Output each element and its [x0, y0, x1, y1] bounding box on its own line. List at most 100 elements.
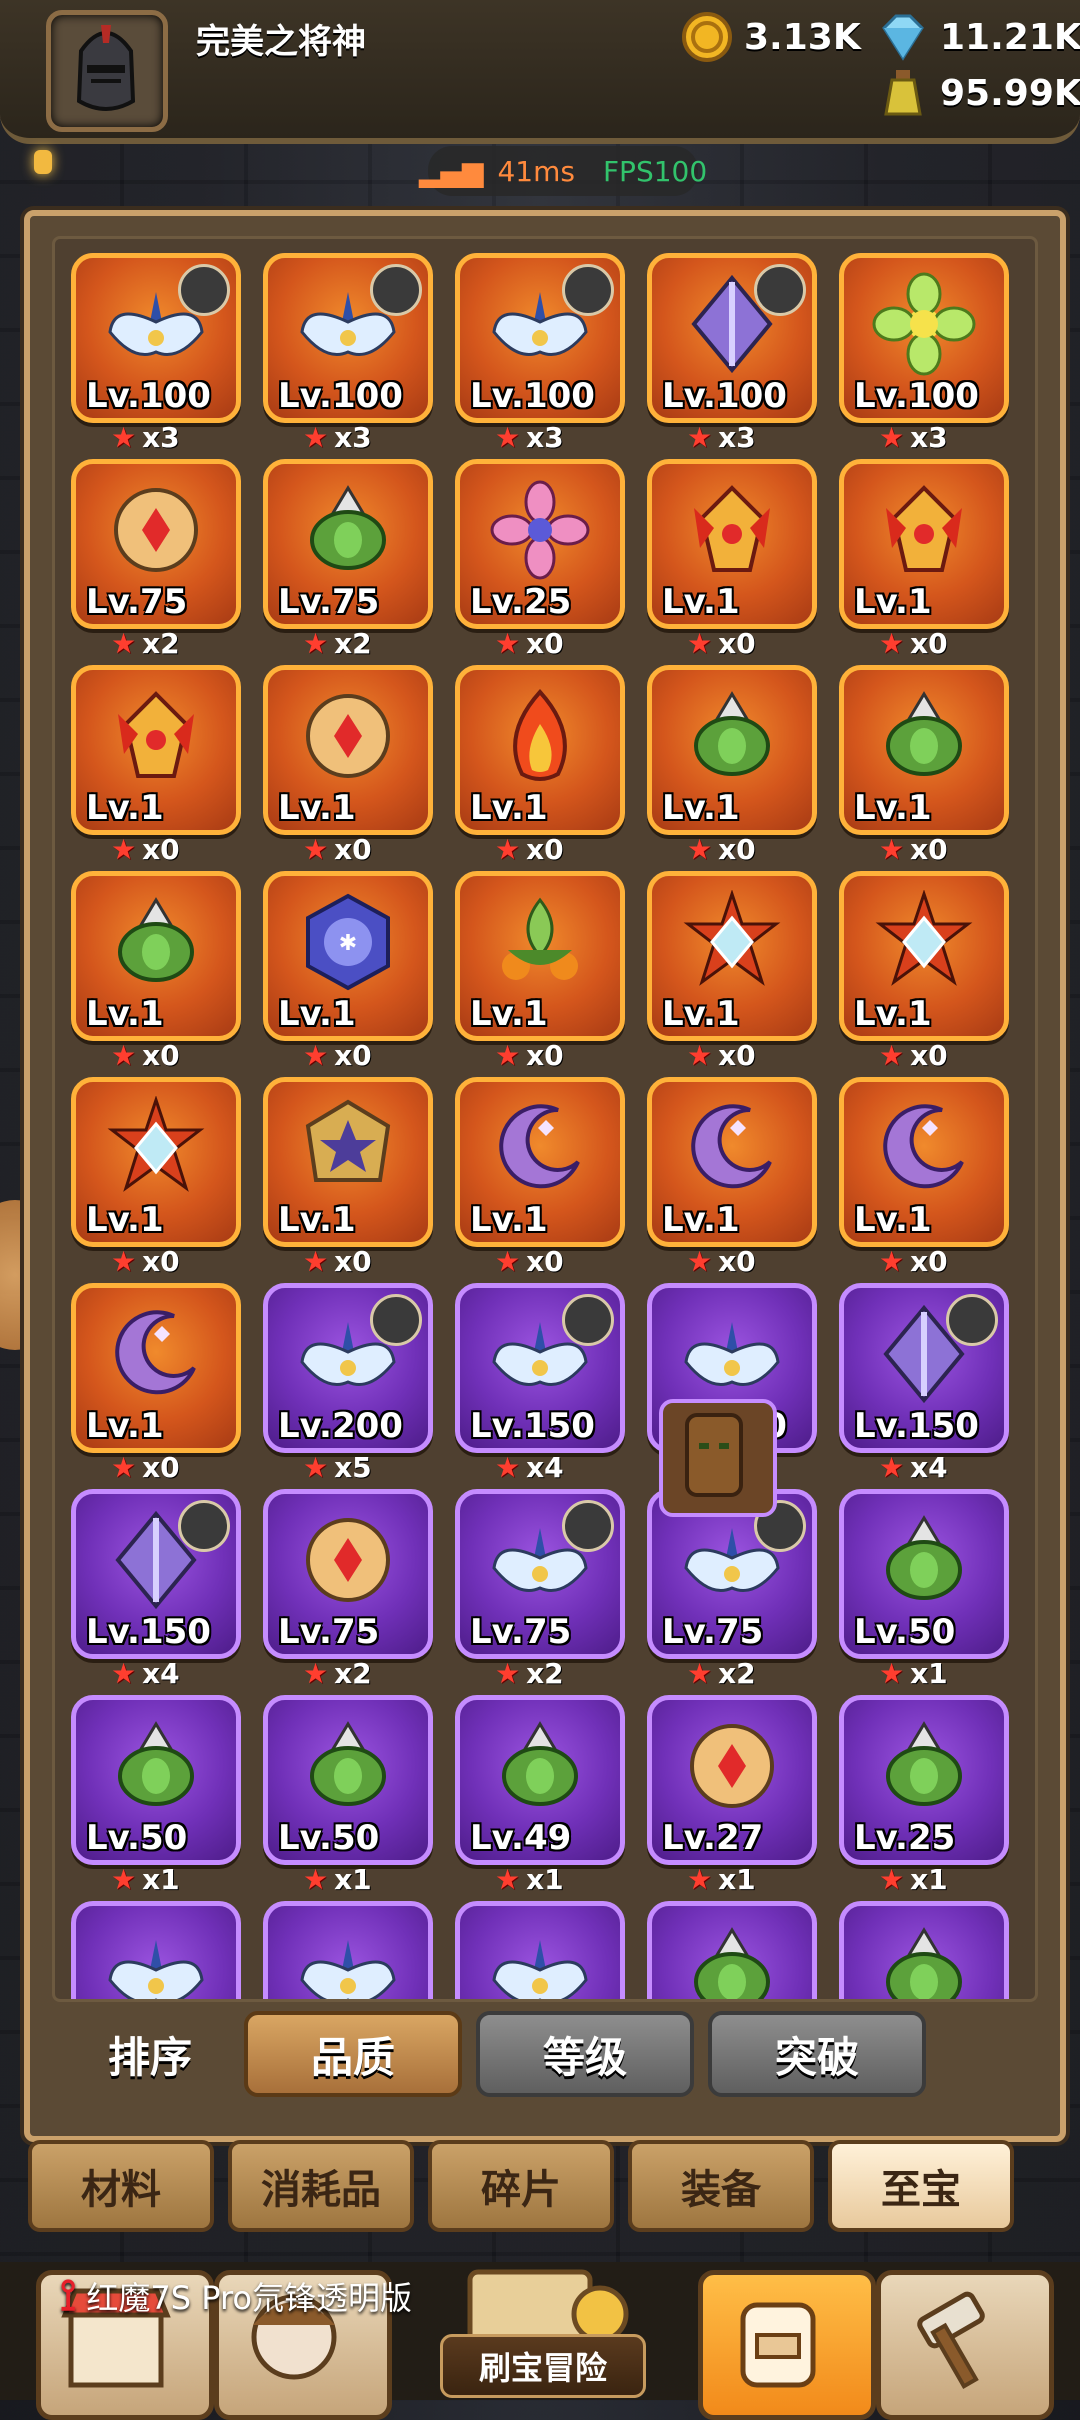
hero-avatar-icon	[754, 264, 806, 316]
item-tile[interactable]: Lv.1	[839, 459, 1009, 629]
star-count: ★ x0	[495, 1037, 564, 1073]
gold-counter[interactable]: 3.13K	[680, 10, 861, 64]
star-multiplier: x4	[142, 1656, 180, 1690]
star-multiplier: x2	[334, 1656, 372, 1690]
item-tile[interactable]: Lv.150	[71, 1489, 241, 1659]
star-multiplier: x3	[910, 420, 948, 454]
item-tile[interactable]: Lv.1	[71, 1283, 241, 1453]
item-tile[interactable]: Lv.1	[71, 1077, 241, 1247]
item-tile[interactable]: Lv.100	[647, 253, 817, 423]
item-tile[interactable]: Lv.50	[71, 1695, 241, 1865]
item-tile[interactable]: Lv.1	[71, 665, 241, 835]
item-tile[interactable]: Lv.75	[455, 1489, 625, 1659]
item-tile[interactable]: Lv.100	[71, 253, 241, 423]
item-tile[interactable]	[263, 1901, 433, 1999]
star-count: ★ x3	[111, 419, 180, 455]
spiked-diamond-icon	[875, 890, 973, 986]
fps-value: FPS100	[602, 154, 708, 188]
crescent-moon-icon	[883, 1104, 964, 1189]
tab-equipment[interactable]: 装备	[628, 2140, 814, 2232]
item-tile[interactable]: Lv.27	[647, 1695, 817, 1865]
item-tile[interactable]: Lv.1	[455, 871, 625, 1041]
item-tile[interactable]: Lv.1	[839, 665, 1009, 835]
item-tile[interactable]: Lv.150	[839, 1283, 1009, 1453]
item-level: Lv.1	[278, 1200, 356, 1240]
star-multiplier: x0	[910, 626, 948, 660]
tab-materials[interactable]: 材料	[28, 2140, 214, 2232]
tab-fragments[interactable]: 碎片	[428, 2140, 614, 2232]
item-tile[interactable]: Lv.50	[263, 1695, 433, 1865]
potion-amount: 95.99K	[940, 72, 1080, 114]
item-tile[interactable]: Lv.50	[839, 1489, 1009, 1659]
item-level: Lv.75	[278, 582, 380, 622]
item-tile[interactable]: Lv.1	[263, 665, 433, 835]
item-tile[interactable]: Lv.75	[71, 459, 241, 629]
ornate-cross-icon	[306, 1518, 390, 1602]
sort-by-level-button[interactable]: 等级	[476, 2011, 694, 2097]
item-tile[interactable]: Lv.200	[263, 1283, 433, 1453]
star-icon: ★	[111, 1038, 137, 1072]
star-shield-icon	[305, 1099, 391, 1182]
star-count: ★ x0	[879, 1037, 948, 1073]
item-tile[interactable]: ✱ Lv.1	[263, 871, 433, 1041]
item-tile[interactable]: Lv.100	[263, 253, 433, 423]
item-level: Lv.150	[86, 1612, 211, 1652]
potion-counter[interactable]: 95.99K	[876, 66, 1080, 120]
item-tile[interactable]	[839, 1901, 1009, 1999]
sort-by-quality-button[interactable]: 品质	[244, 2011, 462, 2097]
item-tile[interactable]	[455, 1901, 625, 1999]
item-tile[interactable]: Lv.75	[263, 459, 433, 629]
winged-emblem-icon	[492, 1940, 588, 1999]
item-level: Lv.1	[854, 788, 932, 828]
knight-helmet-icon	[76, 25, 136, 111]
item-level: Lv.1	[854, 1200, 932, 1240]
tree-stump-drag-icon[interactable]	[659, 1399, 777, 1517]
star-icon: ★	[879, 1244, 905, 1278]
sort-by-breakthrough-button[interactable]: 突破	[708, 2011, 926, 2097]
item-tile[interactable]: Lv.49	[455, 1695, 625, 1865]
hero-avatar-icon	[370, 264, 422, 316]
item-tile[interactable]: Lv.25	[839, 1695, 1009, 1865]
item-level: Lv.50	[854, 1612, 956, 1652]
item-tile[interactable]: Lv.100	[455, 253, 625, 423]
item-tile[interactable]: Lv.1	[455, 1077, 625, 1247]
tab-treasure[interactable]: 至宝	[828, 2140, 1014, 2232]
item-tile[interactable]: Lv.1	[71, 871, 241, 1041]
hero-avatar-icon	[562, 1500, 614, 1552]
item-tile[interactable]	[647, 1901, 817, 1999]
avatar[interactable]	[46, 10, 168, 132]
category-tabs: 材料 消耗品 碎片 装备 至宝	[28, 2140, 1068, 2232]
star-count: ★ x2	[303, 1655, 372, 1691]
nav-inventory-button[interactable]	[698, 2270, 876, 2420]
star-multiplier: x1	[718, 1862, 756, 1896]
adventure-label: 刷宝冒险	[440, 2334, 646, 2398]
item-tile[interactable]	[71, 1901, 241, 1999]
item-tile[interactable]: Lv.150	[455, 1283, 625, 1453]
item-tile[interactable]: Lv.1	[647, 459, 817, 629]
star-multiplier: x1	[142, 1862, 180, 1896]
hero-avatar-icon	[562, 264, 614, 316]
star-multiplier: x0	[334, 1038, 372, 1072]
item-tile[interactable]: Lv.100	[839, 253, 1009, 423]
star-icon: ★	[495, 1450, 521, 1484]
item-level: Lv.1	[86, 788, 164, 828]
item-tile[interactable]: Lv.1	[647, 1077, 817, 1247]
star-icon: ★	[111, 1244, 137, 1278]
item-grid-viewport[interactable]: Lv.100 ★ x3 Lv.100 ★ x3 Lv.100 ★ x3 Lv.100 ★ x3 Lv.1…	[52, 236, 1038, 2002]
star-count: ★ x0	[879, 625, 948, 661]
star-multiplier: x1	[910, 1862, 948, 1896]
item-tile[interactable]: Lv.1	[839, 871, 1009, 1041]
tab-consumables[interactable]: 消耗品	[228, 2140, 414, 2232]
item-level: Lv.100	[854, 376, 979, 416]
item-tile[interactable]: Lv.75	[263, 1489, 433, 1659]
ornate-cross-icon	[306, 694, 390, 778]
item-tile[interactable]: Lv.1	[647, 871, 817, 1041]
item-level: Lv.1	[470, 994, 548, 1034]
item-tile[interactable]: Lv.1	[263, 1077, 433, 1247]
gem-counter[interactable]: 11.21K	[876, 10, 1080, 64]
item-tile[interactable]: Lv.1	[839, 1077, 1009, 1247]
item-tile[interactable]: Lv.1	[647, 665, 817, 835]
item-tile[interactable]: Lv.1	[455, 665, 625, 835]
item-tile[interactable]: Lv.25	[455, 459, 625, 629]
nav-forge-button[interactable]	[876, 2270, 1054, 2420]
